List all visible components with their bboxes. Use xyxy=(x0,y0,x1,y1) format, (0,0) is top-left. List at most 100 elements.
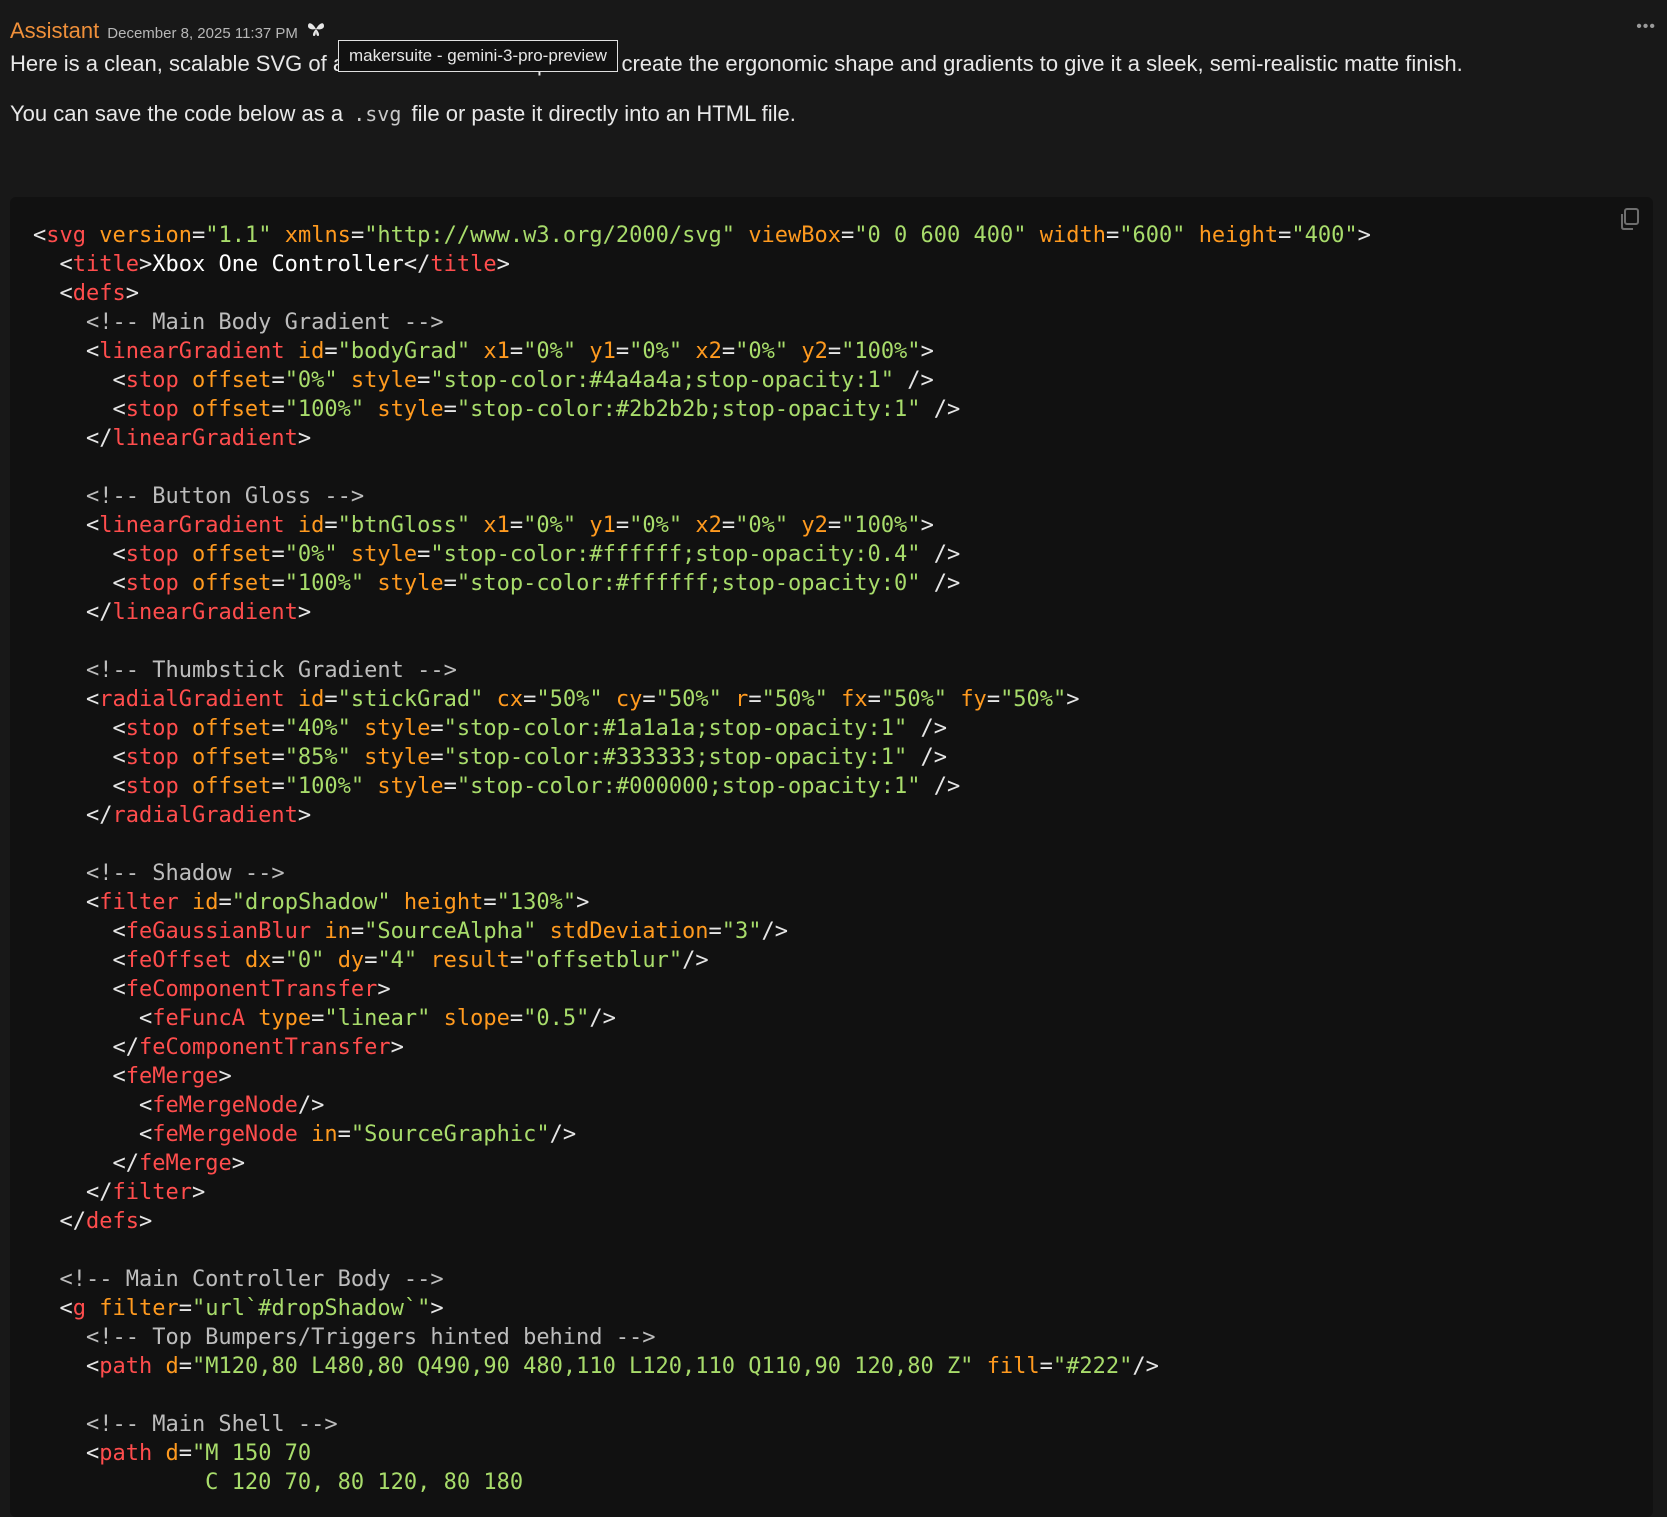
code-token: stop xyxy=(125,368,179,393)
code-line: <feMergeNode/> xyxy=(33,1091,1371,1120)
code-token: </ xyxy=(33,1180,113,1205)
code-token: fill xyxy=(986,1354,1040,1379)
code-token: stop xyxy=(125,542,179,567)
code-line: <!-- Shadow --> xyxy=(33,859,1371,888)
code-token: = xyxy=(1039,1354,1053,1379)
code-token: stop xyxy=(125,397,179,422)
code-token: in xyxy=(324,919,351,944)
code-token: = xyxy=(178,1354,192,1379)
code-token: radialGradient xyxy=(99,687,285,712)
code-line: <defs> xyxy=(33,279,1371,308)
code-token: offset xyxy=(191,542,272,567)
code-token: "bodyGrad" xyxy=(337,339,471,364)
code-token: /> xyxy=(589,1006,616,1031)
more-options-button[interactable]: ••• xyxy=(1636,18,1656,36)
code-token: dy xyxy=(337,948,365,973)
code-token: <!-- Thumbstick Gradient --> xyxy=(33,658,457,683)
sparkle-icon[interactable] xyxy=(306,20,326,38)
code-token: = xyxy=(271,368,285,393)
code-line: <stop offset="100%" style="stop-color:#0… xyxy=(33,772,1371,801)
code-token: id xyxy=(297,687,325,712)
code-line: <!-- Main Shell --> xyxy=(33,1410,1371,1439)
code-line: <linearGradient id="btnGloss" x1="0%" y1… xyxy=(33,511,1371,540)
code-token: <!-- Button Gloss --> xyxy=(33,484,365,509)
code-token: < xyxy=(33,252,73,277)
code-token: = xyxy=(509,948,524,973)
code-line: <feGaussianBlur in="SourceAlpha" stdDevi… xyxy=(33,917,1371,946)
code-token: < xyxy=(33,687,100,712)
code-token: /> xyxy=(297,1093,325,1118)
code-token: feMergeNode xyxy=(152,1093,298,1118)
code-token: d xyxy=(165,1354,179,1379)
copy-icon[interactable] xyxy=(1619,207,1641,236)
code-token: filter xyxy=(112,1180,192,1205)
code-token: defs xyxy=(85,1209,139,1234)
code-token: = xyxy=(1278,223,1292,248)
code-line: <!-- Main Controller Body --> xyxy=(33,1265,1371,1294)
code-token: offset xyxy=(191,716,272,741)
message-timestamp: December 8, 2025 11:37 PM xyxy=(107,24,298,42)
code-token: y1 xyxy=(589,513,616,538)
code-token: = xyxy=(827,513,842,538)
code-token: /> xyxy=(920,397,961,422)
code-token: = xyxy=(708,919,722,944)
code-token: "0%" xyxy=(629,339,683,364)
code-token: < xyxy=(33,977,126,1002)
code-token: = xyxy=(721,513,736,538)
code-token: = xyxy=(337,1122,351,1147)
code-token: < xyxy=(33,339,100,364)
code-line: <linearGradient id="bodyGrad" x1="0%" y1… xyxy=(33,337,1371,366)
code-line: <stop offset="0%" style="stop-color:#4a4… xyxy=(33,366,1371,395)
code-token: < xyxy=(33,1441,100,1466)
code-line: <g filter="url`#dropShadow`"> xyxy=(33,1294,1371,1323)
code-token: "linear" xyxy=(324,1006,431,1031)
code-token: "SourceAlpha" xyxy=(364,919,537,944)
code-token: "#222" xyxy=(1052,1354,1133,1379)
code-token: = xyxy=(867,687,881,712)
code-token: offset xyxy=(191,571,272,596)
code-token: "0" xyxy=(284,948,325,973)
code-token: = xyxy=(178,1441,192,1466)
code-token: "0%" xyxy=(523,513,577,538)
code-token: = xyxy=(509,339,524,364)
code-token: style xyxy=(377,571,444,596)
code-token: > xyxy=(377,977,391,1002)
code-token: "0 0 600 400" xyxy=(854,223,1027,248)
code-token: < xyxy=(33,919,126,944)
code-line: </feComponentTransfer> xyxy=(33,1033,1371,1062)
code-token: feMerge xyxy=(138,1151,232,1176)
code-token: "100%" xyxy=(841,339,921,364)
code-token: = xyxy=(523,687,537,712)
code-token: = xyxy=(324,339,338,364)
code-token: = xyxy=(271,716,285,741)
code-line: <stop offset="0%" style="stop-color:#fff… xyxy=(33,540,1371,569)
code-content: <svg version="1.1" xmlns="http://www.w3.… xyxy=(33,221,1371,1497)
code-token: slope xyxy=(443,1006,510,1031)
code-token: > xyxy=(191,1180,206,1205)
code-token: < xyxy=(33,1093,153,1118)
code-token: x2 xyxy=(695,513,722,538)
code-token: title xyxy=(72,252,139,277)
code-token: /> xyxy=(761,919,789,944)
code-token: /> xyxy=(894,368,934,393)
code-token: "SourceGraphic" xyxy=(350,1122,550,1147)
code-token: <!-- Shadow --> xyxy=(33,861,285,886)
code-token: <!-- Main Shell --> xyxy=(33,1412,338,1437)
message-paragraph-1: Here is a clean, scalable SVG of a I hav… xyxy=(10,48,1650,80)
code-token: = xyxy=(311,1006,325,1031)
